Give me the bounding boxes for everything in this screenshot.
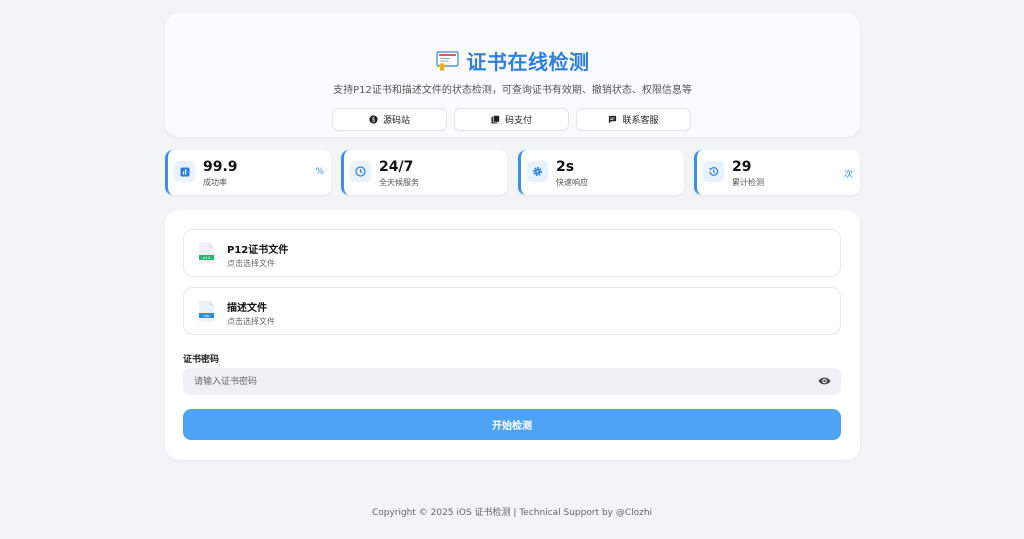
svg-text:mp: mp (203, 313, 210, 318)
p12-file-hint: 点击选择文件 (227, 259, 275, 268)
password-input[interactable] (183, 368, 841, 395)
stat-label: 快速响应 (556, 178, 588, 187)
start-detection-button[interactable]: 开始检测 (183, 409, 841, 440)
certificate-icon (435, 50, 459, 71)
code-pay-label: 码支付 (504, 116, 532, 126)
dollar-circle-icon: $ (369, 115, 378, 124)
contact-support-label: 联系客服 (622, 116, 659, 126)
chart-icon (180, 167, 189, 176)
source-site-button[interactable]: $ 源码站 (332, 108, 447, 131)
history-icon (709, 167, 719, 176)
stat-service-hours: 24/7 全天候服务 (341, 150, 507, 195)
eye-icon[interactable] (818, 375, 831, 387)
stat-value: 2s (556, 159, 575, 175)
stat-value: 24/7 (379, 159, 414, 175)
p12-file-name: P12证书文件 (227, 245, 289, 256)
cards-icon (491, 115, 500, 124)
source-site-label: 源码站 (382, 116, 410, 126)
profile-file-name: 描述文件 (227, 303, 267, 314)
stat-success-rate: 99.9 成功率 % (165, 150, 331, 195)
profile-file-picker[interactable]: mp 描述文件 点击选择文件 (183, 287, 841, 335)
password-label: 证书密码 (183, 355, 220, 365)
header-button-row: $ 源码站 码支付 联系客服 (332, 108, 691, 131)
svg-text:$: $ (372, 118, 376, 124)
chat-icon (609, 115, 617, 124)
header-card: 证书在线检测 支持P12证书和描述文件的状态检测，可查询证书有效期、撤销状态、权… (165, 13, 860, 137)
p12-file-icon: p12 (199, 242, 214, 264)
stat-label: 累计检测 (732, 178, 764, 187)
contact-support-button[interactable]: 联系客服 (576, 108, 691, 131)
stat-icon-box (174, 161, 195, 182)
page-subtitle: 支持P12证书和描述文件的状态检测，可查询证书有效期、撤销状态、权限信息等 (333, 85, 692, 96)
gear-icon (532, 166, 543, 177)
clock-icon (355, 166, 366, 177)
profile-file-icon: mp (199, 300, 214, 322)
title-row: 证书在线检测 (165, 46, 860, 75)
stat-value: 29 (732, 159, 752, 175)
p12-file-picker[interactable]: p12 P12证书文件 点击选择文件 (183, 229, 841, 277)
detection-form-card: p12 P12证书文件 点击选择文件 mp 描述文件 点击选择文件 证书密码 开… (165, 210, 860, 460)
stat-value: 99.9 (203, 159, 238, 175)
stat-icon-box (527, 161, 548, 182)
page-title: 证书在线检测 (466, 50, 590, 74)
svg-text:p12: p12 (203, 255, 211, 260)
stat-label: 成功率 (203, 178, 227, 187)
stat-response-speed: 2s 快速响应 (518, 150, 684, 195)
stat-label: 全天候服务 (379, 178, 419, 187)
stat-unit: 次 (843, 170, 853, 180)
footer-copyright: Copyright © 2025 iOS 证书检测 | Technical Su… (371, 508, 653, 518)
stat-total-checks: 29 累计检测 次 (694, 150, 860, 195)
stat-unit: % (315, 167, 324, 177)
stat-icon-box (703, 161, 724, 182)
profile-file-hint: 点击选择文件 (227, 317, 275, 326)
stat-icon-box (350, 161, 371, 182)
code-pay-button[interactable]: 码支付 (454, 108, 569, 131)
